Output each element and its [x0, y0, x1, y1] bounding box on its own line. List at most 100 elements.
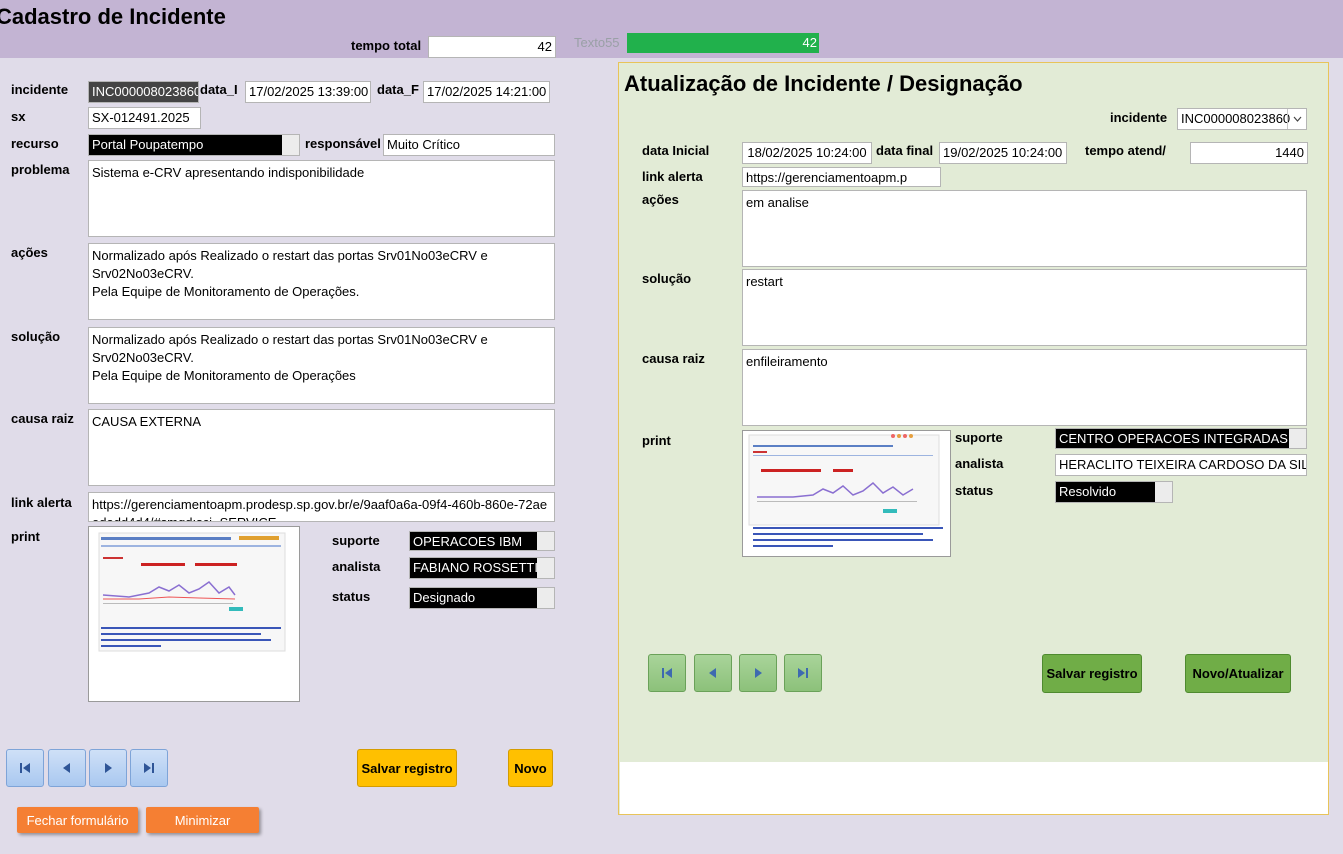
data-i-field[interactable]: 17/02/2025 13:39:00: [245, 81, 371, 103]
first-record-icon: [662, 668, 672, 678]
panel-suporte-value: CENTRO OPERACOES INTEGRADAS: [1059, 431, 1288, 446]
suporte-dropdown-button[interactable]: [537, 532, 554, 550]
problema-textarea[interactable]: Sistema e-CRV apresentando indisponibili…: [88, 160, 555, 237]
panel-incidente-combo[interactable]: INC000008023860: [1177, 108, 1307, 130]
panel-previous-record-button[interactable]: [694, 654, 732, 692]
causa-raiz-label: causa raiz: [11, 411, 74, 426]
acoes-textarea[interactable]: Normalizado após Realizado o restart das…: [88, 243, 555, 320]
panel-next-record-button[interactable]: [739, 654, 777, 692]
analista-dropdown-button[interactable]: [537, 558, 554, 578]
panel-last-record-button[interactable]: [784, 654, 822, 692]
sx-label: sx: [11, 109, 26, 124]
tempo-total-field[interactable]: 42: [428, 36, 556, 58]
texto55-progress-fill: 42: [627, 33, 819, 53]
data-i-label: data_I: [200, 82, 238, 97]
next-record-icon: [105, 763, 112, 773]
incidente-label: incidente: [11, 82, 69, 97]
recurso-value: Portal Poupatempo: [92, 137, 204, 152]
tempo-atend-field[interactable]: 1440: [1190, 142, 1308, 164]
panel-analista-label: analista: [955, 456, 1004, 471]
page-title: Cadastro de Incidente: [0, 4, 226, 29]
panel-acoes-textarea[interactable]: em analise: [742, 190, 1307, 267]
problema-label: problema: [11, 162, 70, 177]
incidente-field[interactable]: INC000008023860: [88, 81, 199, 103]
sx-field[interactable]: SX-012491.2025: [88, 107, 201, 129]
tempo-total-label: tempo total: [351, 38, 422, 53]
last-record-button[interactable]: [130, 749, 168, 787]
recurso-combo[interactable]: Portal Poupatempo: [88, 134, 300, 156]
status-label: status: [332, 589, 371, 604]
panel-first-record-button[interactable]: [648, 654, 686, 692]
panel-status-combo[interactable]: Resolvido: [1055, 481, 1173, 503]
texto55-progress-bar: 42: [627, 33, 819, 53]
responsavel-field[interactable]: Muito Crítico: [383, 134, 555, 156]
panel-status-value: Resolvido: [1059, 484, 1117, 499]
panel-link-alerta-label: link alerta: [642, 169, 703, 184]
next-record-icon: [755, 668, 762, 678]
panel-causa-raiz-textarea[interactable]: enfileiramento: [742, 349, 1307, 426]
data-f-label: data_F: [377, 82, 419, 97]
panel-suporte-combo[interactable]: CENTRO OPERACOES INTEGRADAS: [1055, 428, 1307, 449]
panel-print-label: print: [642, 433, 671, 448]
close-form-button[interactable]: Fechar formulário: [17, 807, 138, 833]
data-final-field[interactable]: 19/02/2025 10:24:00: [939, 142, 1067, 164]
panel-status-dropdown-button[interactable]: [1155, 482, 1172, 502]
previous-record-button[interactable]: [48, 749, 86, 787]
save-button[interactable]: Salvar registro: [357, 749, 457, 787]
panel-save-button[interactable]: Salvar registro: [1042, 654, 1142, 693]
panel-title: Atualização de Incidente / Designação: [624, 71, 1023, 96]
responsavel-label: responsável: [305, 136, 381, 151]
print-image[interactable]: [88, 526, 300, 702]
data-inicial-label: data Inicial: [642, 143, 710, 158]
suporte-combo[interactable]: OPERACOES IBM: [409, 531, 555, 551]
panel-incidente-dropdown-button[interactable]: [1287, 109, 1306, 129]
analista-label: analista: [332, 559, 381, 574]
last-record-icon: [144, 763, 154, 773]
minimize-button[interactable]: Minimizar: [146, 807, 259, 833]
last-record-icon: [798, 668, 808, 678]
data-final-label: data final: [876, 143, 934, 158]
screenshot-thumbnail-icon: [89, 527, 299, 701]
solucao-textarea[interactable]: Normalizado após Realizado o restart das…: [88, 327, 555, 404]
previous-record-icon: [709, 668, 716, 678]
panel-link-alerta-field[interactable]: https://gerenciamentoapm.p: [742, 167, 941, 187]
causa-raiz-textarea[interactable]: CAUSA EXTERNA: [88, 409, 555, 486]
status-dropdown-button[interactable]: [537, 588, 554, 608]
suporte-value: OPERACOES IBM: [413, 534, 523, 549]
update-panel-footer: [620, 762, 1328, 814]
panel-incidente-label: incidente: [1110, 110, 1168, 125]
analista-value: FABIANO ROSSETTINI: [413, 560, 551, 575]
status-combo[interactable]: Designado: [409, 587, 555, 609]
new-button[interactable]: Novo: [508, 749, 553, 787]
tempo-atend-label: tempo atend/: [1085, 143, 1166, 158]
next-record-button[interactable]: [89, 749, 127, 787]
panel-incidente-value: INC000008023860: [1181, 111, 1291, 126]
data-inicial-field[interactable]: 18/02/2025 10:24:00: [742, 142, 872, 164]
panel-print-image[interactable]: [742, 430, 951, 557]
acoes-label: ações: [11, 245, 48, 260]
panel-solucao-label: solução: [642, 271, 692, 286]
analista-combo[interactable]: FABIANO ROSSETTINI: [409, 557, 555, 579]
first-record-icon: [20, 763, 30, 773]
print-label: print: [11, 529, 40, 544]
texto55-label: Texto55: [574, 35, 620, 50]
link-alerta-label: link alerta: [11, 495, 72, 510]
chevron-down-icon: [1293, 116, 1301, 122]
panel-analista-field[interactable]: HERACLITO TEIXEIRA CARDOSO DA SIL: [1055, 454, 1307, 476]
recurso-label: recurso: [11, 136, 59, 151]
first-record-button[interactable]: [6, 749, 44, 787]
panel-status-label: status: [955, 483, 994, 498]
panel-acoes-label: ações: [642, 192, 679, 207]
data-f-field[interactable]: 17/02/2025 14:21:00: [423, 81, 550, 103]
panel-suporte-dropdown-button[interactable]: [1289, 429, 1306, 448]
panel-screenshot-thumbnail-icon: [743, 431, 950, 556]
status-value: Designado: [413, 590, 476, 605]
link-alerta-field[interactable]: https://gerenciamentoapm.prodesp.sp.gov.…: [88, 492, 555, 522]
recurso-dropdown-button[interactable]: [282, 135, 299, 155]
panel-causa-raiz-label: causa raiz: [642, 351, 705, 366]
previous-record-icon: [63, 763, 70, 773]
panel-new-update-button[interactable]: Novo/Atualizar: [1185, 654, 1291, 693]
suporte-label: suporte: [332, 533, 380, 548]
panel-solucao-textarea[interactable]: restart: [742, 269, 1307, 346]
solucao-label: solução: [11, 329, 61, 344]
